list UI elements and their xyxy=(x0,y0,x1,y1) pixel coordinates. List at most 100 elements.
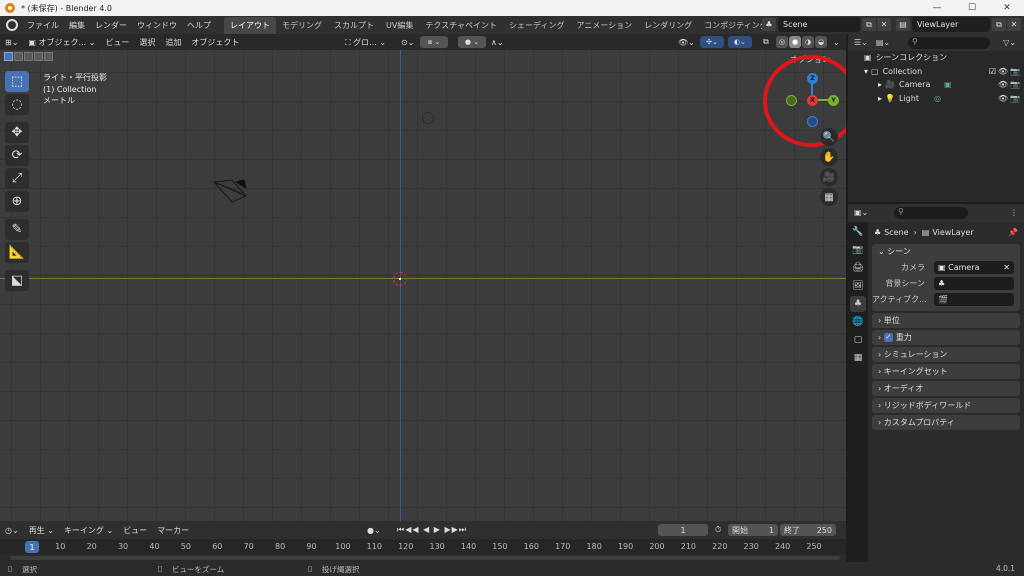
shading-wireframe-icon[interactable]: ◎ xyxy=(776,36,788,48)
current-frame-field[interactable]: 1 xyxy=(658,524,708,536)
ortho-toggle-icon[interactable]: ▦ xyxy=(820,188,838,206)
light-data-icon[interactable]: ◎ xyxy=(934,94,941,103)
maximize-button[interactable]: ☐ xyxy=(955,0,989,16)
pan-view-icon[interactable]: ✋ xyxy=(820,148,838,166)
mode-selector[interactable]: ▣ オブジェク... ⌄ xyxy=(23,37,100,48)
clear-camera-icon[interactable]: ✕ xyxy=(1003,263,1010,272)
blender-logo-icon[interactable] xyxy=(6,19,18,31)
use-preview-range-icon[interactable]: ⏱ xyxy=(710,525,726,535)
texture-tab-icon[interactable]: ▦ xyxy=(850,350,866,366)
tab-modeling[interactable]: モデリング xyxy=(276,17,328,34)
minimize-button[interactable]: — xyxy=(920,0,954,16)
light-render-icon[interactable]: 📷 xyxy=(1010,94,1020,103)
tab-texture-paint[interactable]: テクスチャペイント xyxy=(419,17,503,34)
camera-render-icon[interactable]: 📷 xyxy=(1010,80,1020,89)
audio-panel[interactable]: › オーディオ xyxy=(872,381,1020,396)
select-subtract-icon[interactable] xyxy=(24,52,33,61)
gizmo-toggle-icon[interactable]: ✣⌄ xyxy=(700,36,724,48)
select-box-tool-icon[interactable]: ⬚ xyxy=(5,71,29,92)
timeline-scrollbar[interactable] xyxy=(10,556,840,560)
menu-edit[interactable]: 編集 xyxy=(64,20,90,31)
shading-material-icon[interactable]: ◑ xyxy=(802,36,814,48)
measure-tool-icon[interactable]: 📐 xyxy=(5,242,29,263)
outliner-item-camera[interactable]: ▸ 🎥 Camera ▣ 👁 📷 xyxy=(848,78,1024,92)
rigid-body-world-panel[interactable]: › リジッドボディワールド xyxy=(872,398,1020,413)
outliner-editor-type-icon[interactable]: ☰⌄ xyxy=(848,38,868,47)
scene-collection-row[interactable]: ▣ シーンコレクション xyxy=(848,51,1024,65)
properties-search-input[interactable]: ⚲ xyxy=(894,207,968,219)
tab-rendering[interactable]: レンダリング xyxy=(638,17,698,34)
select-intersect-icon[interactable] xyxy=(44,52,53,61)
menu-window[interactable]: ウィンドウ xyxy=(132,20,182,31)
display-mode-icon[interactable]: ▤⌄ xyxy=(868,38,890,47)
filter-icon[interactable]: ▽⌄ xyxy=(1003,38,1016,47)
select-extend-icon[interactable] xyxy=(14,52,23,61)
outliner-search-input[interactable]: ⚲ xyxy=(908,37,990,49)
timeline-editor-type-icon[interactable]: ◷⌄ xyxy=(0,526,24,535)
properties-options-icon[interactable]: ⋮ xyxy=(1010,208,1018,217)
collection-visibility-icon[interactable]: 👁 xyxy=(998,67,1008,76)
scene-panel-header[interactable]: ⌄ シーン xyxy=(872,244,1020,259)
auto-keying-icon[interactable]: ●⌄ xyxy=(362,526,386,535)
units-panel[interactable]: › 単位 xyxy=(872,313,1020,328)
menu-help[interactable]: ヘルプ xyxy=(182,20,216,31)
collection-row[interactable]: ▾ ▢ Collection ☑ 👁 📷 xyxy=(848,65,1024,79)
camera-view-icon[interactable]: 🎥 xyxy=(820,168,838,186)
scene-tab-icon[interactable]: ♣ xyxy=(850,296,866,312)
end-frame-field[interactable]: 終了 250 xyxy=(780,524,836,536)
camera-object-icon[interactable] xyxy=(212,174,252,204)
falloff-icon[interactable]: ∧⌄ xyxy=(486,38,509,47)
playback-controls[interactable]: ⏮◀◀ ◀ ▶ ▶▶⏭ xyxy=(392,525,472,535)
viewlayer-field[interactable]: ViewLayer xyxy=(912,17,990,32)
active-clip-field[interactable]: 🎬 xyxy=(934,292,1014,306)
marker-menu[interactable]: マーカー xyxy=(152,525,194,536)
shading-solid-icon[interactable]: ● xyxy=(789,36,801,48)
simulation-panel[interactable]: › シミュレーション xyxy=(872,347,1020,362)
3d-cursor[interactable] xyxy=(393,272,407,286)
pin-icon[interactable]: 📌 xyxy=(1008,228,1018,237)
custom-properties-panel[interactable]: › カスタムプロパティ xyxy=(872,415,1020,430)
cursor-tool-icon[interactable]: ◌ xyxy=(5,94,29,115)
move-tool-icon[interactable]: ✥ xyxy=(5,122,29,143)
exclude-checkbox-icon[interactable]: ☑ xyxy=(989,67,996,76)
transform-orientation[interactable]: ⛶ グロ... ⌄ xyxy=(340,37,391,48)
close-button[interactable]: ✕ xyxy=(990,0,1024,16)
overlay-toggle-icon[interactable]: ◐⌄ xyxy=(728,36,752,48)
background-scene-field[interactable]: ♣ xyxy=(934,276,1014,290)
camera-field[interactable]: ▣ Camera ✕ xyxy=(934,260,1014,274)
tab-animation[interactable]: アニメーション xyxy=(570,17,638,34)
output-tab-icon[interactable]: 🖨 xyxy=(850,260,866,276)
keying-menu[interactable]: キーイング ⌄ xyxy=(59,525,118,536)
tab-layout[interactable]: レイアウト xyxy=(224,16,276,34)
timeline-ruler[interactable]: 1 10 20 30 40 50 60 70 80 90 100 110 120 130 140 150 16… xyxy=(0,539,846,554)
collection-render-icon[interactable]: 📷 xyxy=(1010,67,1020,76)
new-viewlayer-icon[interactable]: ⧉ xyxy=(992,18,1006,31)
expand-arrow-icon[interactable]: ▸ xyxy=(878,80,882,89)
menu-file[interactable]: ファイル xyxy=(22,20,64,31)
expand-arrow-icon[interactable]: ▸ xyxy=(878,94,882,103)
snap-toggle-icon[interactable]: ⧈ ⌄ xyxy=(420,36,448,48)
keying-sets-panel[interactable]: › キーイングセット xyxy=(872,364,1020,379)
camera-data-icon[interactable]: ▣ xyxy=(944,80,952,89)
zoom-view-icon[interactable]: 🔍 xyxy=(820,128,838,146)
shading-rendered-icon[interactable]: ◒ xyxy=(815,36,827,48)
world-tab-icon[interactable]: 🌐 xyxy=(850,314,866,330)
collection-tab-icon[interactable]: ▢ xyxy=(850,332,866,348)
collapse-arrow-icon[interactable]: ▾ xyxy=(864,67,868,76)
transform-tool-icon[interactable]: ⊕ xyxy=(5,191,29,212)
camera-visibility-icon[interactable]: 👁 xyxy=(998,80,1008,89)
view-menu[interactable]: ビュー xyxy=(100,37,134,48)
gravity-panel[interactable]: › ✓ 重力 xyxy=(872,330,1020,345)
tab-shading[interactable]: シェーディング xyxy=(503,17,570,34)
select-menu[interactable]: 選択 xyxy=(134,37,160,48)
3d-viewport[interactable]: ⊞⌄ ▣ オブジェク... ⌄ ビュー 選択 追加 オブジェクト ⛶ グロ...… xyxy=(0,34,846,521)
timeline-view-menu[interactable]: ビュー xyxy=(118,525,152,536)
light-object-icon[interactable] xyxy=(422,112,434,124)
render-tab-icon[interactable]: 📷 xyxy=(850,242,866,258)
rotate-tool-icon[interactable]: ⟳ xyxy=(5,145,29,166)
viewlayer-selector-icon[interactable]: ▤ xyxy=(896,18,910,31)
select-new-icon[interactable] xyxy=(4,52,13,61)
annotate-tool-icon[interactable]: ✎ xyxy=(5,219,29,240)
pivot-point-icon[interactable]: ⊙⌄ xyxy=(396,38,419,47)
object-menu[interactable]: オブジェクト xyxy=(186,37,244,48)
